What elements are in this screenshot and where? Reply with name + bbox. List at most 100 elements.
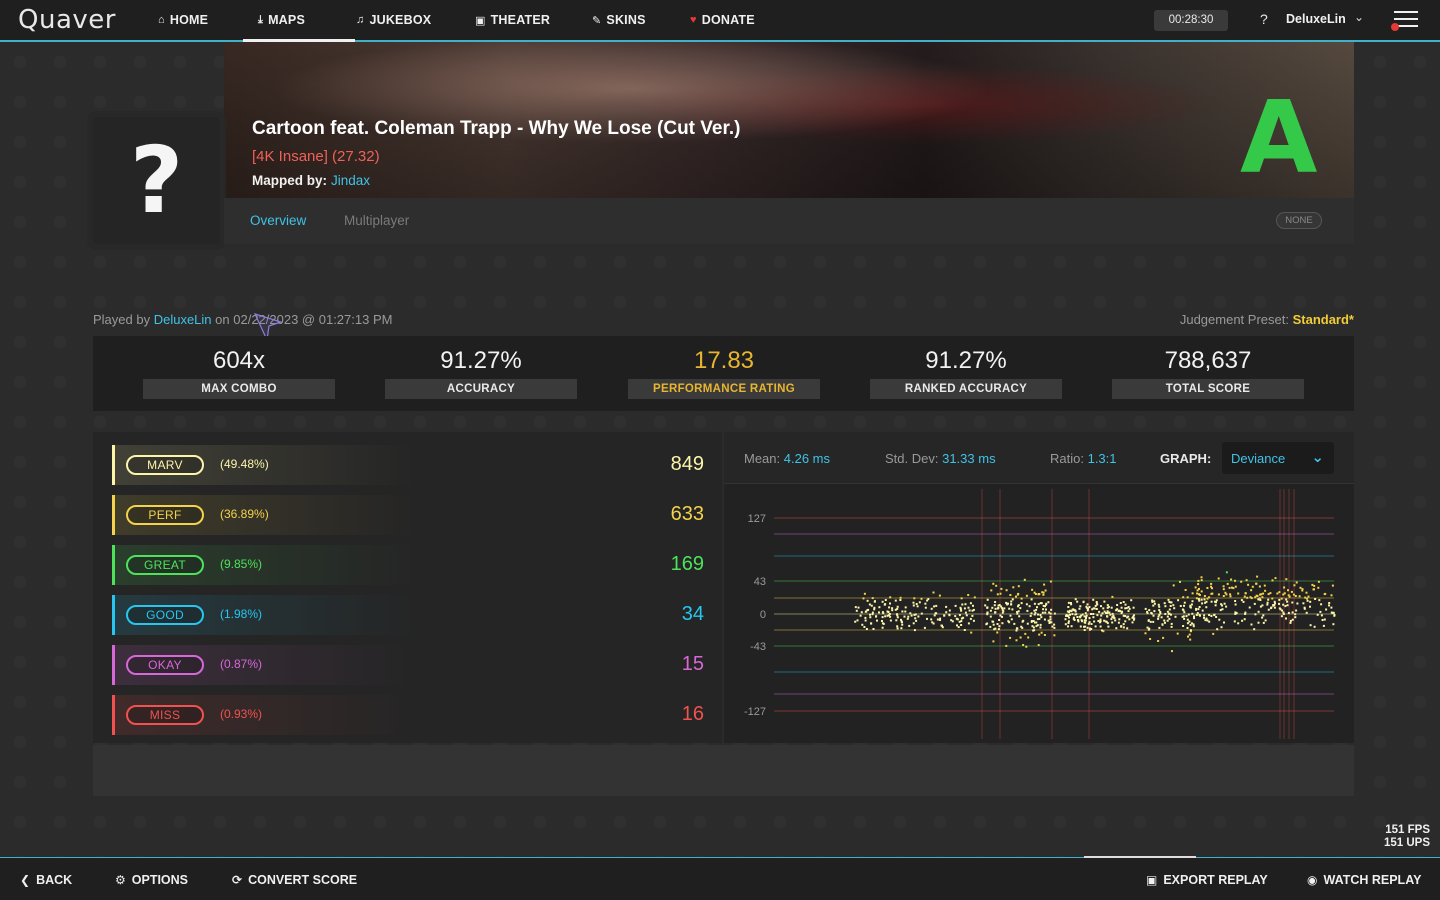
hit-point <box>965 614 968 617</box>
nav-maps[interactable]: ⤓ MAPS <box>258 0 305 40</box>
back-label: BACK <box>36 873 73 887</box>
options-button[interactable]: ⚙ OPTIONS <box>115 873 188 887</box>
hit-point <box>920 597 923 600</box>
heart-icon: ♥ <box>690 14 697 26</box>
hit-point <box>1071 613 1074 616</box>
mean-value: 4.26 ms <box>783 451 831 466</box>
hit-point <box>1132 618 1135 621</box>
hit-point <box>916 605 919 608</box>
hit-point <box>1044 589 1047 592</box>
hit-point <box>1132 615 1135 618</box>
hit-point <box>1069 609 1072 612</box>
nav-theater[interactable]: ▣ THEATER <box>475 0 550 40</box>
quaver-logo[interactable]: Quaver <box>18 5 116 35</box>
hit-point <box>1232 587 1235 590</box>
chevron-left-icon: ❮ <box>20 873 31 887</box>
hit-point <box>996 607 999 610</box>
hit-point <box>1294 595 1297 597</box>
hit-point <box>1027 636 1030 639</box>
hit-point <box>1215 616 1218 618</box>
nav-home[interactable]: ⌂ HOME <box>158 0 208 40</box>
hit-point <box>1211 587 1213 590</box>
player-link[interactable]: DeluxeLin <box>154 312 212 327</box>
chevron-down-icon[interactable]: ⌄ <box>1354 10 1364 24</box>
hit-point <box>1176 632 1179 635</box>
back-button[interactable]: ❮ BACK <box>20 873 72 887</box>
hit-point <box>1183 617 1186 620</box>
hit-point <box>1084 621 1087 624</box>
hit-point <box>1067 606 1070 608</box>
fps-value: 151 FPS <box>1385 824 1430 836</box>
hit-point <box>1000 605 1003 608</box>
hit-point <box>1282 593 1285 596</box>
judgement-pill: MARV <box>126 455 204 475</box>
hit-point <box>1289 619 1292 622</box>
chevron-down-icon: ⌄ <box>1311 449 1324 466</box>
hit-point <box>1166 615 1169 618</box>
hit-point <box>1122 623 1125 626</box>
hit-point <box>1132 606 1135 609</box>
hit-point <box>1126 616 1129 619</box>
hit-point <box>1009 594 1012 596</box>
hit-point <box>870 604 873 607</box>
hit-point <box>1009 614 1012 617</box>
judgement-row-great: GREAT (9.85%) 169 <box>112 545 704 585</box>
hit-point <box>870 622 873 625</box>
save-icon: ▣ <box>1146 873 1158 887</box>
hit-point <box>1216 628 1219 631</box>
hit-point <box>1033 609 1036 612</box>
hit-point <box>963 607 966 610</box>
nav-jukebox[interactable]: ♫ JUKEBOX <box>356 0 431 40</box>
hit-point <box>1319 610 1322 613</box>
graph-type-dropdown[interactable]: Deviance ⌄ <box>1222 442 1334 474</box>
hit-point <box>1036 624 1039 627</box>
hit-point <box>956 618 959 621</box>
hit-point <box>1160 616 1163 619</box>
hit-point <box>1086 603 1089 606</box>
judgement-preset-value[interactable]: Standard* <box>1293 312 1354 327</box>
brush-icon: ✎ <box>592 14 602 27</box>
hit-point <box>1234 579 1236 582</box>
hit-point <box>1221 608 1224 611</box>
hit-point <box>1247 583 1250 586</box>
hit-point <box>1019 607 1022 610</box>
hit-point <box>1234 600 1237 602</box>
hit-point <box>913 613 916 616</box>
username[interactable]: DeluxeLin <box>1286 12 1346 26</box>
tab-overview[interactable]: Overview <box>250 213 306 228</box>
hit-point <box>1124 615 1127 617</box>
tab-multiplayer[interactable]: Multiplayer <box>344 213 409 228</box>
hit-point <box>1043 583 1046 586</box>
hit-point <box>1322 624 1325 627</box>
hit-point <box>1025 594 1028 597</box>
hit-point <box>899 599 902 601</box>
convert-score-button[interactable]: ⟳ CONVERT SCORE <box>232 873 357 887</box>
hit-point <box>1015 639 1018 642</box>
hit-point <box>1049 618 1052 621</box>
hit-point <box>1049 580 1052 583</box>
hit-point <box>1197 583 1200 586</box>
hit-point <box>1114 619 1117 622</box>
hit-point <box>894 608 897 611</box>
hit-point <box>1053 612 1056 615</box>
hit-point <box>1147 628 1150 631</box>
hit-point <box>936 618 939 621</box>
hit-point <box>1274 577 1277 580</box>
hit-point <box>1095 608 1098 610</box>
hit-point <box>1263 584 1266 587</box>
hit-point <box>1097 620 1100 622</box>
mapper-link[interactable]: Jindax <box>331 173 370 188</box>
export-replay-button[interactable]: ▣ EXPORT REPLAY <box>1146 873 1268 887</box>
hit-point <box>1192 625 1195 628</box>
hit-point <box>1317 586 1320 589</box>
nav-donate[interactable]: ♥ DONATE <box>690 0 755 40</box>
hit-point <box>1064 618 1067 621</box>
watch-replay-button[interactable]: ◉ WATCH REPLAY <box>1307 873 1421 887</box>
nav-skins[interactable]: ✎ SKINS <box>592 0 646 40</box>
hit-point <box>1159 611 1162 613</box>
hit-point <box>999 592 1002 595</box>
help-icon[interactable]: ? <box>1260 11 1268 27</box>
hit-point <box>1128 607 1131 610</box>
hit-point <box>1197 579 1200 582</box>
stat-value: 604x <box>212 347 266 374</box>
